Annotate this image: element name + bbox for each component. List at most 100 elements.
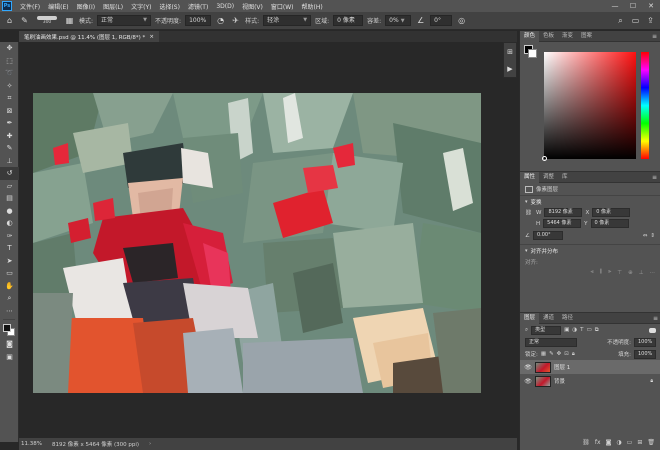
gradient-tool-icon[interactable]: ▤ — [0, 192, 19, 205]
menu-filter[interactable]: 滤镜(T) — [184, 2, 212, 11]
menu-help[interactable]: 帮助(H) — [298, 2, 327, 11]
eraser-tool-icon[interactable]: ▱ — [0, 180, 19, 193]
menu-window[interactable]: 窗口(W) — [267, 2, 298, 11]
fill-field[interactable]: 100% — [634, 349, 656, 359]
chevron-right-icon[interactable]: › — [149, 441, 151, 447]
lock-transparency-icon[interactable]: ▦ — [541, 351, 546, 357]
tab-channels[interactable]: 通道 — [539, 313, 558, 324]
angle-field[interactable]: 0.00° — [532, 231, 563, 240]
tab-patterns[interactable]: 图案 — [577, 31, 596, 42]
width-field[interactable]: 8192 像素 — [544, 208, 583, 217]
more-tools-icon[interactable]: ⋯ — [0, 305, 19, 318]
flip-horizontal-icon[interactable]: ⇔ — [643, 233, 648, 239]
path-select-tool-icon[interactable]: ➤ — [0, 255, 19, 268]
workspace-icon[interactable]: ▭ — [630, 15, 641, 26]
new-group-icon[interactable]: ▭ — [627, 439, 633, 446]
tab-adjustments[interactable]: 调整 — [539, 172, 558, 183]
menu-layer[interactable]: 图层(L) — [99, 2, 127, 11]
layer-name[interactable]: 图层 1 — [554, 363, 570, 371]
healing-brush-tool-icon[interactable]: ✚ — [0, 130, 19, 143]
filter-toggle[interactable] — [649, 327, 656, 333]
menu-view[interactable]: 视图(V) — [238, 2, 267, 11]
brush-preset-picker[interactable]: 300 — [34, 16, 60, 25]
zoom-tool-icon[interactable]: ⌕ — [0, 292, 19, 305]
tab-paths[interactable]: 路径 — [558, 313, 577, 324]
menu-3d[interactable]: 3D(D) — [212, 3, 238, 10]
menu-type[interactable]: 文字(Y) — [127, 2, 155, 11]
height-field[interactable]: 5464 像素 — [543, 219, 582, 228]
blend-mode-select[interactable]: 正常 — [525, 337, 577, 347]
search-icon[interactable]: ⌕ — [615, 15, 626, 26]
brush-tool-preset-icon[interactable]: ✎ — [19, 15, 30, 26]
visibility-eye-icon[interactable]: 👁︎ — [524, 378, 532, 385]
panel-menu-icon[interactable]: ≡ — [652, 33, 657, 40]
hand-tool-icon[interactable]: ✋ — [0, 280, 19, 293]
menu-image[interactable]: 图像(I) — [73, 2, 99, 11]
airbrush-icon[interactable]: ✈ — [230, 15, 241, 26]
color-swatches[interactable] — [0, 322, 18, 338]
screen-mode-icon[interactable]: ▣ — [0, 351, 19, 364]
menu-select[interactable]: 选择(S) — [155, 2, 184, 11]
tab-layers[interactable]: 图层 — [520, 312, 540, 324]
close-tab-button[interactable]: × — [149, 34, 154, 40]
home-icon[interactable]: ⌂ — [4, 15, 15, 26]
layer-name[interactable]: 背景 — [554, 377, 565, 385]
filter-pixel-icon[interactable]: ▣ — [564, 327, 569, 333]
minimize-button[interactable]: — — [606, 2, 624, 10]
eyedropper-tool-icon[interactable]: ✒ — [0, 117, 19, 130]
color-picker-cursor[interactable] — [542, 156, 547, 161]
new-layer-icon[interactable]: ⊞ — [637, 439, 642, 446]
area-field[interactable]: 0 像素 — [333, 15, 364, 26]
brush-tool-icon[interactable]: ✎ — [0, 142, 19, 155]
tab-properties[interactable]: 属性 — [520, 171, 540, 183]
tolerance-field[interactable]: 0% ▼ — [385, 15, 412, 26]
rectangle-tool-icon[interactable]: ▭ — [0, 267, 19, 280]
maximize-button[interactable]: ☐ — [624, 2, 642, 10]
lock-pixels-icon[interactable]: ✎ — [549, 351, 554, 357]
lock-all-icon[interactable]: 🔒︎ — [572, 351, 575, 358]
blur-tool-icon[interactable]: ● — [0, 205, 19, 218]
pressure-opacity-icon[interactable]: ◔ — [215, 15, 226, 26]
type-tool-icon[interactable]: T — [0, 242, 19, 255]
style-select[interactable]: 轻涂 ▼ — [263, 15, 312, 26]
filter-shape-icon[interactable]: ▭ — [586, 327, 591, 333]
visibility-eye-icon[interactable]: 👁︎ — [524, 364, 532, 371]
document-tab[interactable]: 笔刷油画效果.psd @ 11.4% (图层 1, RGB/8*) * × — [19, 31, 159, 42]
layer-opacity-field[interactable]: 100% — [634, 337, 656, 347]
y-field[interactable]: 0 像素 — [590, 219, 629, 228]
align-right-icon[interactable]: ⫸ — [608, 269, 611, 276]
tab-color[interactable]: 颜色 — [520, 30, 540, 42]
close-window-button[interactable]: ✕ — [642, 2, 660, 10]
move-tool-icon[interactable]: ✥ — [0, 42, 19, 55]
filter-type-icon[interactable]: T — [580, 327, 583, 333]
opacity-field[interactable]: 100% — [185, 15, 212, 26]
hue-slider[interactable] — [641, 52, 649, 159]
layer-filter-select[interactable]: 类型 — [531, 325, 562, 335]
filter-adjustment-icon[interactable]: ◑ — [572, 327, 577, 333]
tab-libraries[interactable]: 库 — [558, 172, 572, 183]
layer-style-icon[interactable]: fx — [595, 439, 601, 446]
brush-panel-toggle-icon[interactable]: ▦ — [64, 15, 75, 26]
chevron-down-icon[interactable]: ▾ — [525, 248, 528, 254]
filter-smart-object-icon[interactable]: ⧉ — [595, 327, 599, 334]
frame-tool-icon[interactable]: ⊠ — [0, 105, 19, 118]
marquee-tool-icon[interactable]: ⬚ — [0, 55, 19, 68]
mode-select[interactable]: 正常 ▼ — [97, 15, 152, 26]
foreground-color-swatch[interactable] — [3, 324, 11, 332]
flip-vertical-icon[interactable]: ⇕ — [650, 233, 655, 239]
chevron-down-icon[interactable]: ▾ — [525, 199, 528, 205]
angle-field[interactable]: 0° — [430, 15, 453, 26]
align-left-icon[interactable]: ⫷ — [591, 269, 594, 276]
canvas-area[interactable] — [19, 42, 517, 438]
pen-tool-icon[interactable]: ✑ — [0, 230, 19, 243]
clone-stamp-tool-icon[interactable]: ⊥ — [0, 155, 19, 168]
menu-edit[interactable]: 编辑(E) — [44, 2, 72, 11]
link-layers-icon[interactable]: ⛓ — [582, 439, 590, 446]
quick-mask-icon[interactable]: ◙ — [0, 338, 19, 351]
layer-row-background[interactable]: 👁︎ 背景 🔒︎ — [520, 374, 660, 388]
layer-row-layer1[interactable]: 👁︎ 图层 1 — [520, 360, 660, 374]
background-color-chip[interactable] — [528, 49, 537, 58]
align-center-icon[interactable]: ⫼ — [600, 269, 603, 276]
crop-tool-icon[interactable]: ⌗ — [0, 92, 19, 105]
link-icon[interactable]: ⛓ — [525, 210, 533, 216]
